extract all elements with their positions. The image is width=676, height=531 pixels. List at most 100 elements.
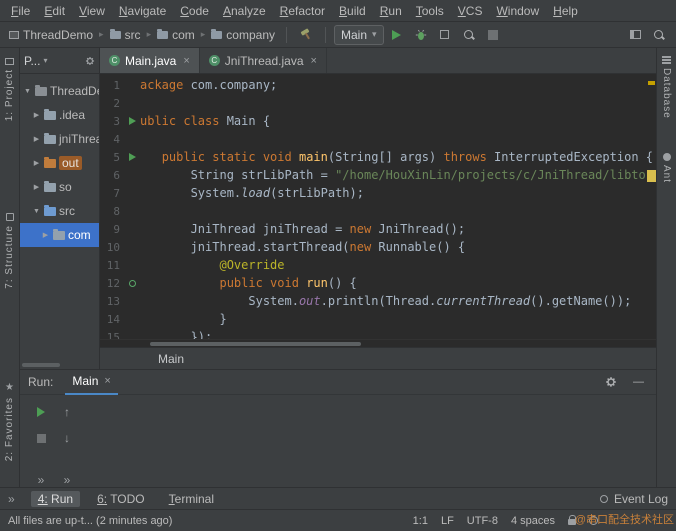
editor-tab-JniThread.java[interactable]: C JniThread.java ×	[200, 48, 327, 73]
stripe-button-ant[interactable]: Ant	[661, 152, 672, 183]
scrollbar-thumb[interactable]	[150, 342, 362, 346]
event-log-button[interactable]: Event Log	[599, 492, 668, 506]
menu-file[interactable]: File	[4, 4, 37, 18]
search-everywhere-button[interactable]	[648, 24, 670, 46]
expand-arrow-icon[interactable]: ▶	[32, 183, 41, 191]
hide-panel-icon[interactable]: —	[629, 376, 648, 388]
expand-all-icon[interactable]: »	[38, 473, 45, 487]
stripe-button-database[interactable]: Database	[661, 56, 672, 119]
line-number[interactable]: 3	[100, 115, 124, 128]
menu-help[interactable]: Help	[546, 4, 585, 18]
gear-icon[interactable]	[85, 56, 95, 66]
gutter[interactable]	[124, 153, 140, 161]
line-number[interactable]: 5	[100, 151, 124, 164]
path-crumb-src[interactable]: src	[107, 28, 144, 42]
editor-tab-Main.java[interactable]: C Main.java ×	[100, 48, 200, 73]
horizontal-scrollbar[interactable]	[100, 339, 656, 347]
vcs-status-message[interactable]: All files are up-t... (2 minutes ago)	[8, 515, 172, 527]
settings-gear-icon[interactable]	[605, 376, 617, 388]
line-number[interactable]: 12	[100, 277, 124, 290]
project-panel-header[interactable]: P... ▾	[20, 48, 99, 74]
project-panel-scrollbar[interactable]	[20, 361, 99, 369]
menu-build[interactable]: Build	[332, 4, 373, 18]
line-number[interactable]: 11	[100, 259, 124, 272]
build-hammer-icon[interactable]	[295, 24, 317, 46]
menu-vcs[interactable]: VCS	[451, 4, 490, 18]
menu-run[interactable]: Run	[373, 4, 409, 18]
stop-button[interactable]	[482, 24, 504, 46]
menu-view[interactable]: View	[72, 4, 112, 18]
editor-layout-button[interactable]	[624, 24, 646, 46]
run-button[interactable]	[386, 24, 408, 46]
up-arrow-icon[interactable]: ↑	[64, 405, 70, 419]
stripe-button-star[interactable]: ★ 2: Favorites	[4, 382, 15, 461]
expand-arrow-icon[interactable]: ▶	[32, 111, 41, 119]
line-number[interactable]: 6	[100, 169, 124, 182]
tree-item-src[interactable]: ▼ src	[20, 199, 99, 223]
run-tab-main[interactable]: Main ×	[65, 370, 118, 395]
toolwindow-button-todo[interactable]: 6: TODO	[90, 491, 152, 507]
expand-arrow-icon[interactable]: ▼	[32, 208, 41, 215]
tree-item-out[interactable]: ▶ out	[20, 151, 99, 175]
stop-console-button[interactable]	[36, 433, 46, 443]
gutter[interactable]	[124, 279, 140, 287]
line-number[interactable]: 2	[100, 97, 124, 110]
line-number[interactable]: 1	[100, 79, 124, 92]
rerun-button[interactable]	[37, 407, 45, 417]
menu-window[interactable]: Window	[489, 4, 546, 18]
tree-item-jniThread[interactable]: ▶ jniThread	[20, 127, 99, 151]
menu-navigate[interactable]: Navigate	[112, 4, 173, 18]
tree-item-so[interactable]: ▶ so	[20, 175, 99, 199]
line-number[interactable]: 10	[100, 241, 124, 254]
close-icon[interactable]: ×	[311, 55, 317, 67]
stripe-button-project[interactable]: 1: Project	[4, 58, 15, 121]
scrollbar-thumb[interactable]	[22, 363, 60, 367]
menu-code[interactable]: Code	[173, 4, 216, 18]
line-number[interactable]: 15	[100, 331, 124, 340]
line-number[interactable]: 7	[100, 187, 124, 200]
tree-item-ThreadDemo[interactable]: ▼ ThreadDemo	[20, 79, 99, 103]
close-icon[interactable]: ×	[104, 375, 110, 387]
menu-refactor[interactable]: Refactor	[273, 4, 332, 18]
expand-arrow-icon[interactable]: ▶	[32, 135, 41, 143]
profiler-button[interactable]	[458, 24, 480, 46]
stripe-button-structure[interactable]: 7: Structure	[4, 213, 15, 289]
run-gutter-icon[interactable]	[128, 153, 136, 161]
line-separator[interactable]: LF	[441, 515, 454, 527]
collapse-all-icon[interactable]: »	[64, 473, 71, 487]
file-encoding[interactable]: UTF-8	[467, 515, 498, 527]
path-crumb-com[interactable]: com	[154, 28, 198, 42]
caret-position[interactable]: 1:1	[413, 515, 428, 527]
override-gutter-icon[interactable]	[128, 279, 136, 287]
debug-button[interactable]	[410, 24, 432, 46]
expand-arrow-icon[interactable]: ▶	[32, 159, 41, 167]
code-text: public static void main(String[] args) t…	[140, 150, 653, 164]
menu-tools[interactable]: Tools	[409, 4, 451, 18]
coverage-button[interactable]	[434, 24, 456, 46]
tree-item-.idea[interactable]: ▶ .idea	[20, 103, 99, 127]
toolwindow-quick-access-icon[interactable]: »	[8, 492, 15, 506]
toolwindow-button-terminal[interactable]: Terminal	[162, 491, 221, 507]
line-number[interactable]: 4	[100, 133, 124, 146]
indent-config[interactable]: 4 spaces	[511, 515, 555, 527]
tree-item-com[interactable]: ▶ com	[20, 223, 99, 247]
expand-arrow-icon[interactable]: ▼	[23, 88, 32, 95]
line-number[interactable]: 14	[100, 313, 124, 326]
path-crumb-threaddemo[interactable]: ThreadDemo	[6, 28, 96, 42]
gutter[interactable]	[124, 117, 140, 125]
toolwindow-button-run[interactable]: 4: Run	[30, 490, 81, 507]
run-config-select[interactable]: Main ▾	[334, 24, 384, 45]
menu-analyze[interactable]: Analyze	[216, 4, 273, 18]
close-icon[interactable]: ×	[183, 55, 189, 67]
down-arrow-icon[interactable]: ↓	[64, 431, 70, 445]
code-editor[interactable]: 1 ackage com.company; 2 3 ublic class Main {…	[100, 74, 656, 339]
menu-edit[interactable]: Edit	[37, 4, 72, 18]
run-gutter-icon[interactable]	[128, 117, 136, 125]
line-number[interactable]: 9	[100, 223, 124, 236]
breadcrumb-item[interactable]: Main	[158, 352, 184, 366]
error-stripe-mark[interactable]	[648, 81, 655, 85]
path-crumb-company[interactable]: company	[208, 28, 278, 42]
line-number[interactable]: 8	[100, 205, 124, 218]
line-number[interactable]: 13	[100, 295, 124, 308]
expand-arrow-icon[interactable]: ▶	[41, 231, 50, 239]
